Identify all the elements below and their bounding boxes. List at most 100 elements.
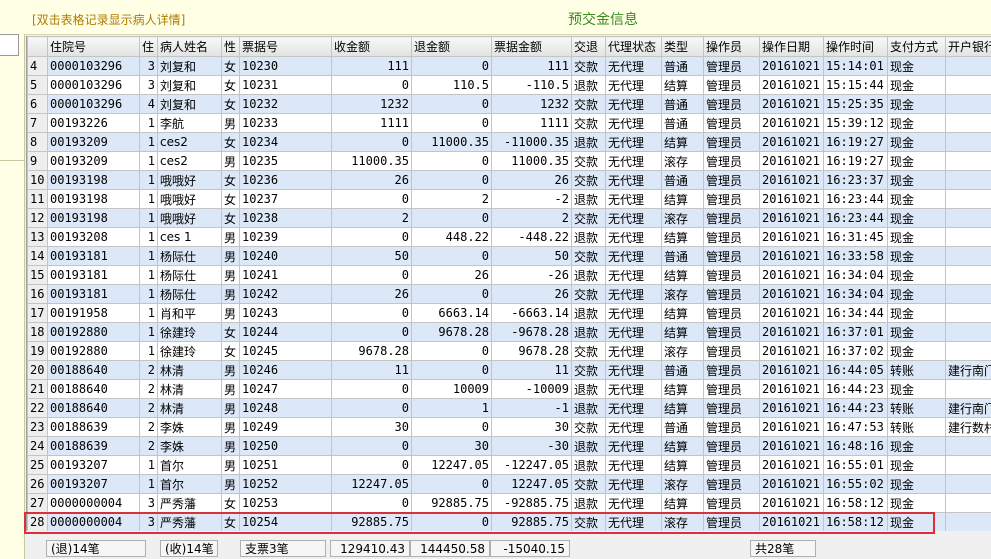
cell-receipt-no[interactable]: 10248 xyxy=(239,398,332,418)
cell-stay-count[interactable]: 3 xyxy=(139,75,158,95)
cell-stay-count[interactable]: 1 xyxy=(139,455,158,475)
cell-operate-date[interactable]: 20161021 xyxy=(759,512,824,531)
cell-operate-time[interactable]: 16:23:37 xyxy=(823,170,888,190)
cell-patient-name[interactable]: 首尔 xyxy=(157,455,222,475)
cell-stay-count[interactable]: 1 xyxy=(139,113,158,133)
cell-agent-status[interactable]: 无代理 xyxy=(605,113,662,133)
cell-type[interactable]: 普通 xyxy=(661,113,704,133)
cell-receipt-no[interactable]: 10233 xyxy=(239,113,332,133)
cell-received-amount[interactable]: 12247.05 xyxy=(331,474,412,494)
cell-operate-date[interactable]: 20161021 xyxy=(759,170,824,190)
cell-receipt-no[interactable]: 10245 xyxy=(239,341,332,361)
cell-received-amount[interactable]: 30 xyxy=(331,417,412,437)
cell-agent-status[interactable]: 无代理 xyxy=(605,94,662,114)
cell-gender[interactable]: 女 xyxy=(221,493,240,513)
cell-operate-time[interactable]: 16:55:01 xyxy=(823,455,888,475)
table-row[interactable]: 24 00188639 2 李姝男 10250 0 30 -30 退款 无代理 结算 管理员 20161… xyxy=(27,436,991,456)
cell-agent-status[interactable]: 无代理 xyxy=(605,360,662,380)
cell-receipt-amount[interactable]: 1111 xyxy=(491,113,572,133)
cell-agent-status[interactable]: 无代理 xyxy=(605,512,662,531)
cell-patient-name[interactable]: 刘复和 xyxy=(157,56,222,76)
cell-operator[interactable]: 管理员 xyxy=(703,379,760,399)
cell-bank[interactable] xyxy=(945,56,991,76)
cell-payment-method[interactable]: 现金 xyxy=(887,227,946,247)
cell-bank[interactable] xyxy=(945,246,991,266)
cell-operate-time[interactable]: 16:19:27 xyxy=(823,151,888,171)
cell-type[interactable]: 普通 xyxy=(661,170,704,190)
cell-receipt-amount[interactable]: 11000.35 xyxy=(491,151,572,171)
cell-pay-refund[interactable]: 退款 xyxy=(571,132,606,152)
cell-payment-method[interactable]: 转账 xyxy=(887,360,946,380)
cell-received-amount[interactable]: 0 xyxy=(331,322,412,342)
cell-operator[interactable]: 管理员 xyxy=(703,246,760,266)
cell-gender[interactable]: 男 xyxy=(221,474,240,494)
cell-patient-name[interactable]: 刘复和 xyxy=(157,75,222,95)
cell-inpatient-no[interactable]: 00188640 xyxy=(47,398,140,418)
cell-pay-refund[interactable]: 退款 xyxy=(571,75,606,95)
cell-receipt-amount[interactable]: -11000.35 xyxy=(491,132,572,152)
column-header-operator[interactable]: 操作员 xyxy=(703,36,760,57)
cell-operator[interactable]: 管理员 xyxy=(703,113,760,133)
cell-stay-count[interactable]: 2 xyxy=(139,417,158,437)
cell-gender[interactable]: 女 xyxy=(221,189,240,209)
cell-operate-time[interactable]: 16:33:58 xyxy=(823,246,888,266)
cell-receipt-no[interactable]: 10244 xyxy=(239,322,332,342)
cell-pay-refund[interactable]: 交款 xyxy=(571,341,606,361)
cell-operate-time[interactable]: 16:34:04 xyxy=(823,284,888,304)
cell-bank[interactable] xyxy=(945,265,991,285)
cell-receipt-no[interactable]: 10232 xyxy=(239,94,332,114)
cell-patient-name[interactable]: ces2 xyxy=(157,132,222,152)
cell-refunded-amount[interactable]: 6663.14 xyxy=(411,303,492,323)
cell-receipt-no[interactable]: 10243 xyxy=(239,303,332,323)
cell-gender[interactable]: 男 xyxy=(221,436,240,456)
cell-stay-count[interactable]: 3 xyxy=(139,56,158,76)
table-row[interactable]: 10 00193198 1 哦哦好女 10236 26 0 26 交款 无代理 普通 管理员 20161… xyxy=(27,170,991,190)
cell-gender[interactable]: 男 xyxy=(221,303,240,323)
cell-bank[interactable] xyxy=(945,512,991,531)
cell-inpatient-no[interactable]: 0000103296 xyxy=(47,56,140,76)
cell-refunded-amount[interactable]: 9678.28 xyxy=(411,322,492,342)
cell-operate-time[interactable]: 16:34:04 xyxy=(823,265,888,285)
cell-type[interactable]: 普通 xyxy=(661,246,704,266)
cell-received-amount[interactable]: 92885.75 xyxy=(331,512,412,531)
cell-inpatient-no[interactable]: 00193198 xyxy=(47,189,140,209)
cell-row-number[interactable]: 16 xyxy=(27,284,48,304)
cell-patient-name[interactable]: 徐建玲 xyxy=(157,322,222,342)
cell-receipt-no[interactable]: 10238 xyxy=(239,208,332,228)
cell-operate-date[interactable]: 20161021 xyxy=(759,246,824,266)
cell-receipt-amount[interactable]: 111 xyxy=(491,56,572,76)
cell-inpatient-no[interactable]: 00188640 xyxy=(47,379,140,399)
cell-bank[interactable] xyxy=(945,189,991,209)
cell-agent-status[interactable]: 无代理 xyxy=(605,132,662,152)
cell-patient-name[interactable]: 李航 xyxy=(157,113,222,133)
cell-operator[interactable]: 管理员 xyxy=(703,227,760,247)
cell-stay-count[interactable]: 3 xyxy=(139,512,158,531)
cell-stay-count[interactable]: 1 xyxy=(139,132,158,152)
cell-gender[interactable]: 男 xyxy=(221,265,240,285)
cell-agent-status[interactable]: 无代理 xyxy=(605,265,662,285)
cell-operate-time[interactable]: 16:44:23 xyxy=(823,379,888,399)
cell-payment-method[interactable]: 现金 xyxy=(887,436,946,456)
cell-bank[interactable]: 建行数村 xyxy=(945,417,991,437)
cell-payment-method[interactable]: 现金 xyxy=(887,341,946,361)
cell-payment-method[interactable]: 现金 xyxy=(887,379,946,399)
cell-refunded-amount[interactable]: 0 xyxy=(411,474,492,494)
cell-operator[interactable]: 管理员 xyxy=(703,360,760,380)
cell-row-number[interactable]: 23 xyxy=(27,417,48,437)
cell-operator[interactable]: 管理员 xyxy=(703,132,760,152)
cell-payment-method[interactable]: 现金 xyxy=(887,151,946,171)
cell-type[interactable]: 滚存 xyxy=(661,341,704,361)
cell-received-amount[interactable]: 0 xyxy=(331,379,412,399)
cell-patient-name[interactable]: 林清 xyxy=(157,379,222,399)
cell-refunded-amount[interactable]: 0 xyxy=(411,94,492,114)
table-row[interactable]: 20 00188640 2 林清男 10246 11 0 11 交款 无代理 普通 管理员 201610… xyxy=(27,360,991,380)
cell-inpatient-no[interactable]: 00188639 xyxy=(47,436,140,456)
cell-inpatient-no[interactable]: 00193209 xyxy=(47,132,140,152)
cell-received-amount[interactable]: 11 xyxy=(331,360,412,380)
column-header-row-number[interactable] xyxy=(27,36,48,57)
cell-agent-status[interactable]: 无代理 xyxy=(605,170,662,190)
cell-type[interactable]: 普通 xyxy=(661,94,704,114)
cell-receipt-amount[interactable]: -30 xyxy=(491,436,572,456)
cell-agent-status[interactable]: 无代理 xyxy=(605,322,662,342)
cell-receipt-amount[interactable]: 30 xyxy=(491,417,572,437)
